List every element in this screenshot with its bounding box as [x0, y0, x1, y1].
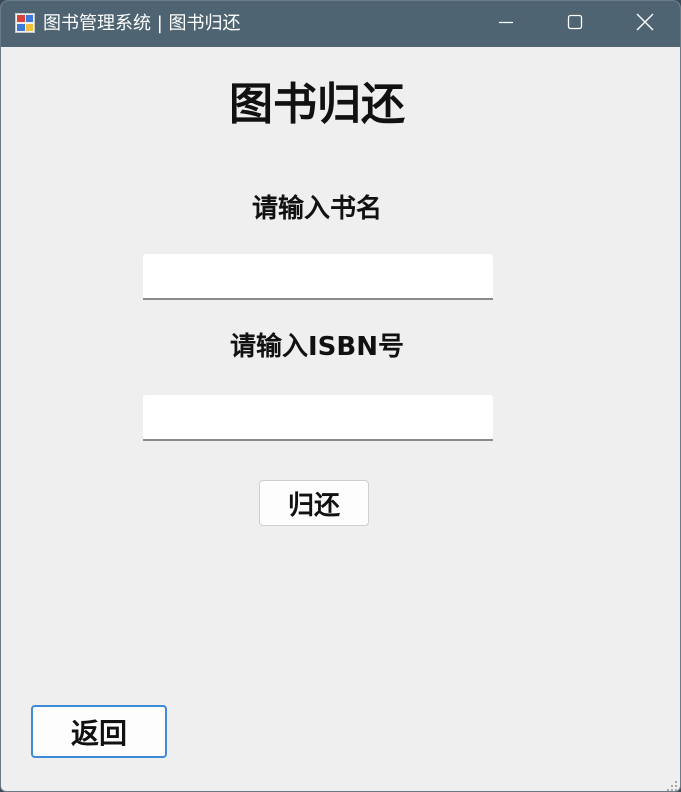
- title-bar[interactable]: 图书管理系统 | 图书归还: [1, 1, 680, 47]
- app-window: 图书管理系统 | 图书归还 图书归还 请输入书名 请输入ISBN号 归还 返回: [0, 0, 681, 792]
- close-icon: [636, 13, 654, 35]
- back-button-label: 返回: [70, 716, 127, 750]
- isbn-label: 请输入ISBN号: [230, 332, 404, 362]
- return-book-button[interactable]: 归还: [259, 480, 369, 526]
- return-book-button-label: 归还: [287, 490, 340, 521]
- resize-grip-icon[interactable]: [666, 777, 678, 791]
- book-name-label: 请输入书名: [251, 194, 382, 224]
- back-button[interactable]: 返回: [31, 705, 167, 758]
- minimize-icon: [498, 14, 514, 34]
- maximize-icon: [567, 14, 583, 34]
- page-title: 图书归还: [229, 79, 405, 130]
- app-window-icon[interactable]: [15, 13, 35, 33]
- close-button[interactable]: [612, 1, 678, 47]
- book-name-input[interactable]: [143, 254, 493, 300]
- window-title: 图书管理系统 | 图书归还: [43, 13, 241, 34]
- maximize-button[interactable]: [542, 1, 608, 47]
- minimize-button[interactable]: [473, 1, 539, 47]
- isbn-input[interactable]: [143, 395, 493, 441]
